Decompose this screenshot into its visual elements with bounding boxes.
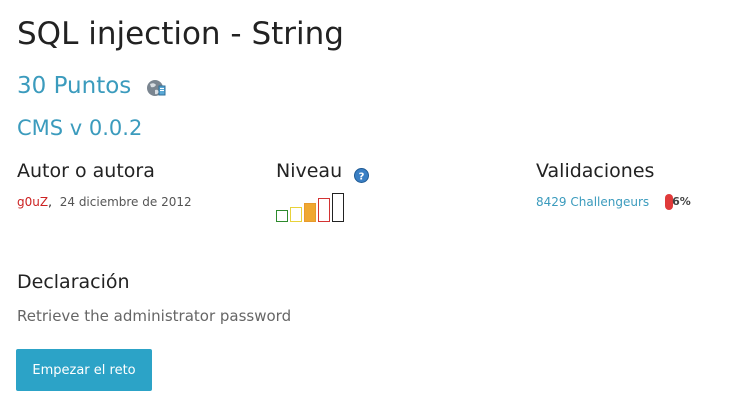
percentage-text: 6% [672,195,691,208]
level-bar-3 [304,203,316,222]
validations-info: 8429 Challengeurs 6% [536,194,691,210]
level-heading: Niveau [276,160,343,182]
author-link[interactable]: g0uZ [17,195,48,209]
challenge-version[interactable]: CMS v 0.0.2 [17,114,142,142]
page-title: SQL injection - String [17,16,344,52]
author-separator: , [48,195,52,209]
level-bar-5 [332,193,344,222]
statement-heading: Declaración [17,271,130,293]
author-heading: Autor o autora [17,160,155,182]
challenge-page: SQL injection - String 30 Puntos CMS v 0… [0,0,756,410]
difficulty-meter[interactable] [276,192,346,222]
start-challenge-button[interactable]: Empezar el reto [16,349,152,391]
validations-heading: Validaciones [536,160,655,182]
points-value: 30 Puntos [17,73,132,99]
author-info: g0uZ, 24 diciembre de 2012 [17,194,192,210]
level-bar-1 [276,210,288,222]
challengers-link[interactable]: 8429 Challengeurs [536,194,649,210]
level-bar-2 [290,207,302,222]
publish-date: 24 diciembre de 2012 [59,195,192,209]
level-bar-4 [318,198,330,222]
globe-icon[interactable] [146,77,168,99]
statement-text: Retrieve the administrator password [17,307,292,325]
svg-text:?: ? [359,171,365,182]
validation-percentage: 6% [665,194,691,210]
level-heading-row: Niveau ? [276,158,370,184]
help-icon[interactable]: ? [354,164,370,183]
points-row: 30 Puntos [17,70,168,102]
